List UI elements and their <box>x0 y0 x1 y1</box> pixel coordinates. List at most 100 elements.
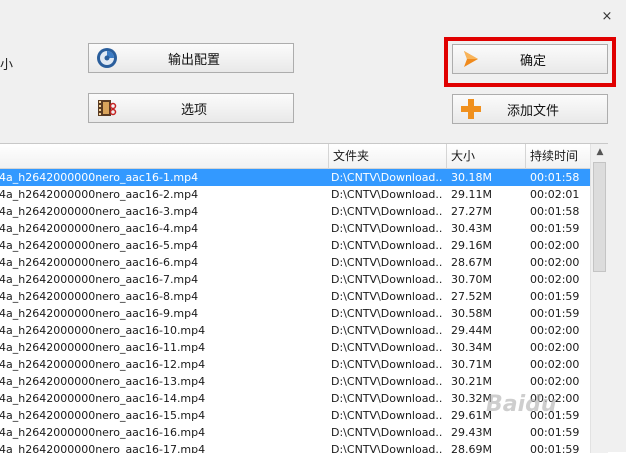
folder-cell: D:\CNTV\Download... <box>331 392 443 405</box>
folder-cell: D:\CNTV\Download... <box>331 426 443 439</box>
duration-cell: 00:02:00 <box>530 324 580 337</box>
file-name-cell: 04a_h2642000000nero_aac16-4.mp4 <box>0 222 199 235</box>
folder-cell: D:\CNTV\Download... <box>331 290 443 303</box>
confirm-button[interactable]: 确定 <box>452 44 608 74</box>
add-file-button[interactable]: 添加文件 <box>452 94 608 124</box>
file-name-cell: 04a_h2642000000nero_aac16-3.mp4 <box>0 205 199 218</box>
column-header-name[interactable] <box>0 144 328 168</box>
size-cell: 28.69M <box>451 443 492 453</box>
folder-cell: D:\CNTV\Download... <box>331 273 443 286</box>
scroll-thumb[interactable] <box>593 162 606 272</box>
file-name-cell: 04a_h2642000000nero_aac16-9.mp4 <box>0 307 199 320</box>
file-name-cell: 04a_h2642000000nero_aac16-8.mp4 <box>0 290 199 303</box>
table-row[interactable]: 04a_h2642000000nero_aac16-8.mp4 D:\CNTV\D… <box>0 288 590 305</box>
file-name-cell: 04a_h2642000000nero_aac16-10.mp4 <box>0 324 206 337</box>
size-cell: 30.70M <box>451 273 492 286</box>
folder-cell: D:\CNTV\Download... <box>331 188 443 201</box>
table-row[interactable]: 04a_h2642000000nero_aac16-12.mp4 D:\CNTV\… <box>0 356 590 373</box>
size-cell: 27.27M <box>451 205 492 218</box>
size-cell: 29.44M <box>451 324 492 337</box>
file-name-cell: 04a_h2642000000nero_aac16-2.mp4 <box>0 188 199 201</box>
duration-cell: 00:02:00 <box>530 273 580 286</box>
duration-cell: 00:01:59 <box>530 443 580 453</box>
column-header-duration[interactable]: 持续时间 <box>525 144 590 168</box>
arrow-right-icon <box>459 47 483 71</box>
table-row[interactable]: 04a_h2642000000nero_aac16-4.mp4 D:\CNTV\D… <box>0 220 590 237</box>
size-cell: 29.11M <box>451 188 492 201</box>
folder-cell: D:\CNTV\Download... <box>331 375 443 388</box>
size-cell: 29.16M <box>451 239 492 252</box>
size-cell: 30.34M <box>451 341 492 354</box>
duration-cell: 00:02:00 <box>530 341 580 354</box>
size-cell: 28.67M <box>451 256 492 269</box>
table-row[interactable]: 04a_h2642000000nero_aac16-17.mp4 D:\CNTV\… <box>0 441 590 453</box>
file-name-cell: 04a_h2642000000nero_aac16-6.mp4 <box>0 256 199 269</box>
size-cell: 30.21M <box>451 375 492 388</box>
table-row[interactable]: 04a_h2642000000nero_aac16-9.mp4 D:\CNTV\D… <box>0 305 590 322</box>
folder-cell: D:\CNTV\Download... <box>331 205 443 218</box>
size-cell: 30.18M <box>451 171 492 184</box>
table-row[interactable]: 04a_h2642000000nero_aac16-1.mp4 D:\CNTV\D… <box>0 169 590 186</box>
duration-cell: 00:02:01 <box>530 188 580 201</box>
size-cell: 30.43M <box>451 222 492 235</box>
table-row[interactable]: 04a_h2642000000nero_aac16-7.mp4 D:\CNTV\D… <box>0 271 590 288</box>
table-row[interactable]: 04a_h2642000000nero_aac16-13.mp4 D:\CNTV\… <box>0 373 590 390</box>
file-name-cell: 04a_h2642000000nero_aac16-15.mp4 <box>0 409 206 422</box>
file-name-cell: 04a_h2642000000nero_aac16-14.mp4 <box>0 392 206 405</box>
file-name-cell: 04a_h2642000000nero_aac16-11.mp4 <box>0 341 206 354</box>
folder-cell: D:\CNTV\Download... <box>331 239 443 252</box>
table-row[interactable]: 04a_h2642000000nero_aac16-16.mp4 D:\CNTV\… <box>0 424 590 441</box>
file-name-cell: 04a_h2642000000nero_aac16-7.mp4 <box>0 273 199 286</box>
output-config-button[interactable]: 输出配置 <box>88 43 294 73</box>
file-name-cell: 04a_h2642000000nero_aac16-13.mp4 <box>0 375 206 388</box>
table-row[interactable]: 04a_h2642000000nero_aac16-10.mp4 D:\CNTV\… <box>0 322 590 339</box>
table-row[interactable]: 04a_h2642000000nero_aac16-2.mp4 D:\CNTV\D… <box>0 186 590 203</box>
folder-cell: D:\CNTV\Download... <box>331 341 443 354</box>
confirm-label: 确定 <box>519 53 546 69</box>
file-name-cell: 04a_h2642000000nero_aac16-16.mp4 <box>0 426 206 439</box>
add-file-label: 添加文件 <box>506 103 559 119</box>
folder-cell: D:\CNTV\Download... <box>331 358 443 371</box>
column-header-folder[interactable]: 文件夹 <box>328 144 446 168</box>
duration-cell: 00:02:00 <box>530 375 580 388</box>
folder-cell: D:\CNTV\Download... <box>331 324 443 337</box>
table-row[interactable]: 04a_h2642000000nero_aac16-6.mp4 D:\CNTV\D… <box>0 254 590 271</box>
table-row[interactable]: 04a_h2642000000nero_aac16-11.mp4 D:\CNTV\… <box>0 339 590 356</box>
duration-cell: 00:01:59 <box>530 426 580 439</box>
options-button[interactable]: 选项 <box>88 93 294 123</box>
output-config-label: 输出配置 <box>167 52 220 68</box>
watermark: Baidu <box>486 392 557 417</box>
gear-disc-icon <box>95 46 119 70</box>
folder-cell: D:\CNTV\Download... <box>331 222 443 235</box>
folder-cell: D:\CNTV\Download... <box>331 307 443 320</box>
options-label: 选项 <box>180 102 207 118</box>
duration-cell: 00:01:58 <box>530 205 580 218</box>
duration-cell: 00:02:00 <box>530 256 580 269</box>
table-row[interactable]: 04a_h2642000000nero_aac16-3.mp4 D:\CNTV\D… <box>0 203 590 220</box>
side-label: 小 <box>0 58 14 73</box>
size-cell: 27.52M <box>451 290 492 303</box>
duration-cell: 00:01:58 <box>530 171 580 184</box>
size-cell: 30.71M <box>451 358 492 371</box>
duration-cell: 00:02:00 <box>530 239 580 252</box>
folder-cell: D:\CNTV\Download... <box>331 409 443 422</box>
file-name-cell: 04a_h2642000000nero_aac16-17.mp4 <box>0 443 206 453</box>
column-header-size[interactable]: 大小 <box>446 144 525 168</box>
film-scissors-icon <box>95 96 119 120</box>
file-name-cell: 04a_h2642000000nero_aac16-12.mp4 <box>0 358 206 371</box>
dialog-window: × 小 输出配置 选项 确定 添加文件 文件夹 大小 持续时间 04a_h264… <box>0 0 626 453</box>
file-name-cell: 04a_h2642000000nero_aac16-1.mp4 <box>0 171 199 184</box>
table-row[interactable]: 04a_h2642000000nero_aac16-5.mp4 D:\CNTV\D… <box>0 237 590 254</box>
list-header: 文件夹 大小 持续时间 <box>0 144 590 169</box>
duration-cell: 00:01:59 <box>530 307 580 320</box>
folder-cell: D:\CNTV\Download... <box>331 171 443 184</box>
folder-cell: D:\CNTV\Download... <box>331 256 443 269</box>
size-cell: 29.43M <box>451 426 492 439</box>
duration-cell: 00:02:00 <box>530 358 580 371</box>
size-cell: 30.58M <box>451 307 492 320</box>
close-icon[interactable]: × <box>600 10 614 24</box>
scroll-up-icon[interactable]: ▲ <box>591 144 608 161</box>
duration-cell: 00:01:59 <box>530 290 580 303</box>
file-name-cell: 04a_h2642000000nero_aac16-5.mp4 <box>0 239 199 252</box>
duration-cell: 00:01:59 <box>530 222 580 235</box>
